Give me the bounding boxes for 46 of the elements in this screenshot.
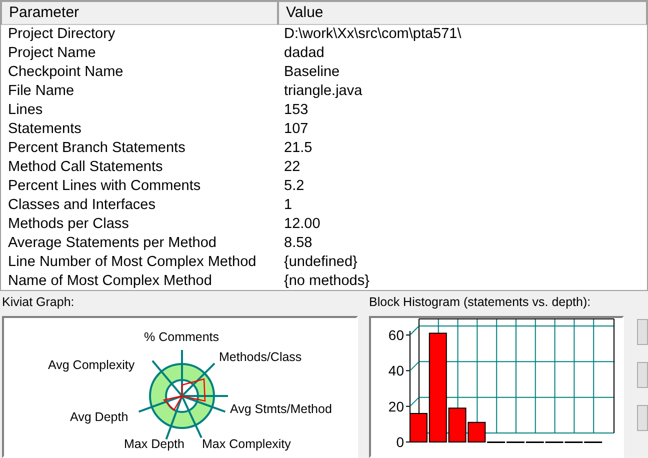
table-cell-text: 153 <box>284 101 310 120</box>
table-cell-text: Percent Lines with Comments <box>7 177 202 196</box>
table-cell-text: Baseline <box>284 63 341 82</box>
axis-label: % Comments <box>144 329 220 346</box>
axis-label: Avg Depth <box>70 409 128 426</box>
table-cell-text: {no methods} <box>284 272 370 290</box>
table-cell-text: 8.58 <box>284 234 314 253</box>
table-cell-text: Lines <box>7 101 44 120</box>
axis-label: Avg Complexity <box>48 357 135 374</box>
table-cell-text: Line Number of Most Complex Method <box>7 253 258 272</box>
table-cell-text: 107 <box>284 120 310 139</box>
kiviat-title: Kiviat Graph: <box>2 294 76 311</box>
table-cell-text: Name of Most Complex Method <box>7 272 213 290</box>
table-cell-text: Classes and Interfaces <box>7 196 156 215</box>
side-button[interactable] <box>637 405 648 431</box>
axis-label: Max Complexity <box>202 436 291 453</box>
table-cell-text: 21.5 <box>284 139 314 158</box>
side-button[interactable] <box>637 319 648 345</box>
table-cell-text: 1 <box>284 196 294 215</box>
table-cell-text: Method Call Statements <box>7 158 164 177</box>
column-header[interactable]: Parameter <box>1 1 278 25</box>
table-cell-text: dadad <box>284 44 326 63</box>
side-button[interactable] <box>637 362 648 388</box>
table-cell-text: Methods per Class <box>7 215 130 234</box>
axis-label: Max Depth <box>124 436 184 453</box>
axis-label: Avg Stmts/Method <box>230 401 332 418</box>
table-cell-text: 22 <box>284 158 302 177</box>
column-header[interactable]: Value <box>278 1 647 25</box>
table-cell-text: Statements <box>7 120 82 139</box>
axis-label: Methods/Class <box>219 349 302 366</box>
table-cell-text: D:\work\Xx\src\com\pta571\ <box>284 25 462 44</box>
table-cell-text: File Name <box>7 82 76 101</box>
table-cell-text: Percent Branch Statements <box>7 139 186 158</box>
table-cell-text: Project Name <box>7 44 97 63</box>
y-tick-label: 60 <box>388 327 404 343</box>
histogram-title: Block Histogram (statements vs. depth): <box>369 294 592 311</box>
table-cell-text: Average Statements per Method <box>7 234 218 253</box>
table-cell-text: 5.2 <box>284 177 306 196</box>
table-cell-text: Checkpoint Name <box>7 63 124 82</box>
table-cell-text: Project Directory <box>7 25 116 44</box>
y-tick-label: 20 <box>388 398 404 414</box>
table-cell-text: triangle.java <box>284 82 364 101</box>
table-cell-text: 12.00 <box>284 215 322 234</box>
table-cell-text: {undefined} <box>284 253 358 272</box>
y-tick-label: 40 <box>388 362 404 379</box>
y-tick-label: 0 <box>396 434 404 450</box>
